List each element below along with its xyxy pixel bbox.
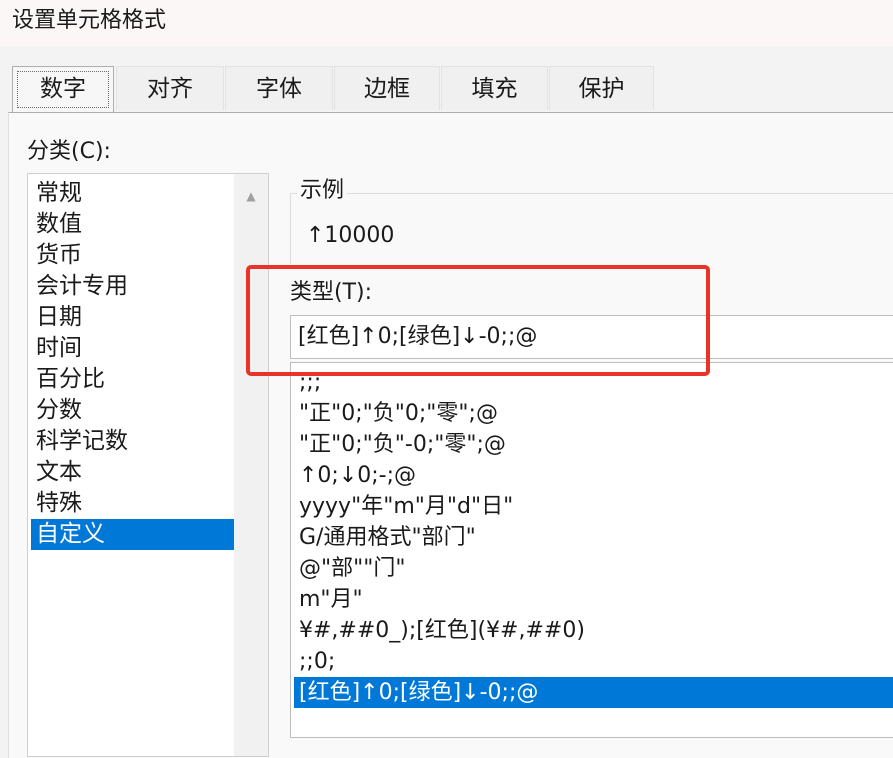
category-item[interactable]: 百分比: [31, 364, 234, 395]
annotation-highlight-box: [246, 265, 710, 376]
category-item[interactable]: 文本: [31, 457, 234, 488]
category-item[interactable]: 日期: [31, 302, 234, 333]
type-item[interactable]: m"月": [294, 584, 893, 615]
category-item[interactable]: 时间: [31, 333, 234, 364]
type-item[interactable]: yyyy"年"m"月"d"日": [294, 491, 893, 522]
type-item-selected[interactable]: [红色]↑0;[绿色]↓-0;;@: [294, 677, 893, 708]
type-item[interactable]: ↑0;↓0;-;@: [294, 460, 893, 491]
category-item-selected[interactable]: 自定义: [31, 519, 234, 550]
category-label: 分类(C):: [27, 139, 111, 164]
category-item[interactable]: 特殊: [31, 488, 234, 519]
tab-label: 保护: [578, 76, 625, 102]
category-item[interactable]: 科学记数: [31, 426, 234, 457]
type-item[interactable]: ¥#,##0_);[红色](¥#,##0): [294, 615, 893, 646]
category-scrollbar[interactable]: ▲: [234, 174, 268, 756]
tab-fill[interactable]: 填充: [441, 66, 548, 110]
type-list[interactable]: ;;; "正"0;"负"0;"零";@ "正"0;"负"-0;"零";@ ↑0;…: [290, 362, 893, 738]
category-item[interactable]: 常规: [31, 178, 234, 209]
type-item[interactable]: G/通用格式"部门": [294, 522, 893, 553]
scroll-up-arrow-icon[interactable]: ▲: [234, 182, 268, 210]
tab-label: 边框: [364, 76, 410, 102]
title-bar: 设置单元格格式: [0, 0, 893, 46]
type-item[interactable]: @"部""门": [294, 553, 893, 584]
sample-legend: 示例: [297, 175, 348, 207]
tab-strip: 数字 对齐 字体 边框 填充 保护: [0, 46, 893, 112]
type-item[interactable]: "正"0;"负"0;"零";@: [294, 398, 893, 429]
category-item[interactable]: 会计专用: [31, 271, 234, 302]
category-list[interactable]: 常规 数值 货币 会计专用 日期 时间 百分比 分数 科学记数 文本 特殊 自定…: [27, 173, 269, 757]
type-item[interactable]: "正"0;"负"-0;"零";@: [294, 429, 893, 460]
dialog-title: 设置单元格格式: [12, 8, 167, 33]
sample-value: ↑10000: [306, 223, 395, 248]
tab-label: 对齐: [147, 76, 193, 102]
category-item[interactable]: 货币: [31, 240, 234, 271]
tab-font[interactable]: 字体: [225, 66, 333, 110]
tab-label: 字体: [256, 76, 302, 102]
type-item[interactable]: ;;0;: [294, 646, 893, 677]
tab-border[interactable]: 边框: [334, 66, 440, 110]
tab-number[interactable]: 数字: [12, 66, 114, 112]
tab-protection[interactable]: 保护: [549, 66, 654, 110]
category-item[interactable]: 数值: [31, 209, 234, 240]
category-item[interactable]: 分数: [31, 395, 234, 426]
tab-alignment[interactable]: 对齐: [116, 66, 224, 110]
tab-label: 填充: [471, 76, 518, 102]
focus-rect: [17, 71, 109, 108]
